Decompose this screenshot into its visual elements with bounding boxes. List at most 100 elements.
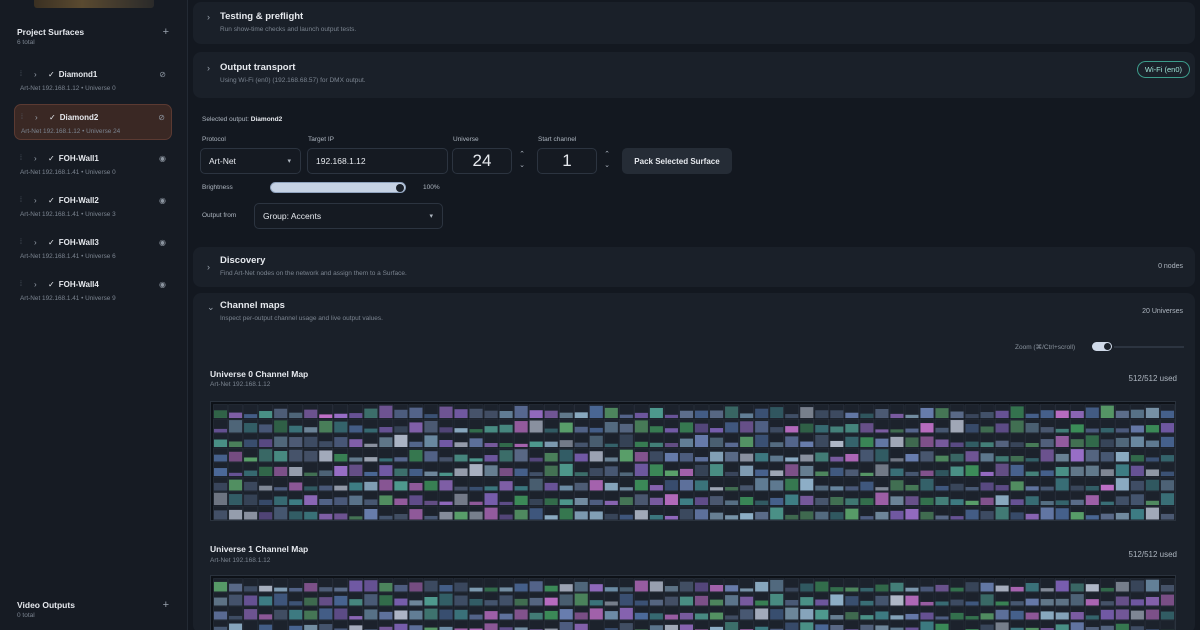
- eye-icon[interactable]: ◉: [159, 196, 166, 205]
- checkmark-icon[interactable]: ✓: [48, 280, 55, 289]
- channel-level-bar: [349, 616, 363, 620]
- preview-thumbnail[interactable]: [34, 0, 154, 8]
- discovery-panel[interactable]: › Discovery Find Art-Net nodes on the ne…: [193, 247, 1195, 287]
- brightness-slider-handle[interactable]: [396, 184, 404, 192]
- checkmark-icon[interactable]: ✓: [49, 113, 56, 122]
- channel-level-bar: [334, 485, 348, 491]
- channel-level-bar: [1130, 409, 1144, 418]
- channel-level-bar: [1145, 425, 1159, 433]
- start-channel-stepper[interactable]: ⌃ ⌄: [602, 149, 612, 171]
- output-from-select[interactable]: Group: Accents ▾: [254, 203, 443, 229]
- start-channel-input[interactable]: 1: [537, 148, 597, 174]
- eye-icon[interactable]: ◉: [159, 238, 166, 247]
- channel-level-bar: [950, 466, 964, 476]
- universe-input[interactable]: 24: [452, 148, 512, 174]
- universe-0-channel-grid[interactable]: [210, 401, 1176, 521]
- channel-level-bar: [289, 601, 303, 606]
- channel-level-bar: [815, 599, 829, 606]
- checkmark-icon[interactable]: ✓: [48, 238, 55, 247]
- pack-selected-surface-button[interactable]: Pack Selected Surface: [622, 148, 732, 174]
- output-transport-panel[interactable]: › Output transport Using Wi-Fi (en0) (19…: [193, 52, 1195, 98]
- eye-icon[interactable]: ◉: [159, 154, 166, 163]
- channel-level-bar: [679, 498, 693, 505]
- channel-level-bar: [409, 482, 423, 491]
- channel-level-bar: [664, 470, 678, 476]
- chevron-right-icon[interactable]: ›: [34, 196, 40, 205]
- eye-off-icon[interactable]: ⊘: [158, 113, 165, 122]
- chevron-right-icon[interactable]: ›: [35, 113, 41, 122]
- chevron-right-icon[interactable]: ›: [207, 12, 220, 33]
- eye-icon[interactable]: ◉: [159, 280, 166, 289]
- channel-level-bar: [815, 624, 829, 630]
- channel-level-bar: [229, 623, 243, 630]
- channel-level-bar: [439, 585, 453, 592]
- channel-maps-panel: ⌄ Channel maps Inspect per-output channe…: [193, 293, 1195, 630]
- channel-level-bar: [725, 442, 739, 447]
- drag-handle-icon[interactable]: ⁞: [20, 239, 25, 246]
- chevron-right-icon[interactable]: ›: [207, 262, 220, 277]
- chevron-right-icon[interactable]: ›: [34, 154, 40, 163]
- surface-item[interactable]: ⁞ › ✓ FOH-Wall4 ◉ Art-Net 192.168.1.41 • Univ…: [14, 272, 172, 308]
- testing-panel[interactable]: › Testing & preflight Run show-time chec…: [193, 2, 1195, 44]
- checkmark-icon[interactable]: ✓: [48, 70, 55, 79]
- surface-item[interactable]: ⁞ › ✓ Diamond1 ⊘ Art-Net 192.168.1.12 • Unive…: [14, 62, 172, 98]
- chevron-down-icon[interactable]: ⌄: [207, 302, 220, 322]
- universe-1-channel-grid[interactable]: [210, 575, 1176, 630]
- checkmark-icon[interactable]: ✓: [48, 154, 55, 163]
- target-ip-input[interactable]: 192.168.1.12: [307, 148, 448, 174]
- checkmark-icon[interactable]: ✓: [48, 196, 55, 205]
- surface-item[interactable]: ⁞ › ✓ FOH-Wall1 ◉ Art-Net 192.168.1.41 • Univ…: [14, 146, 172, 182]
- surface-item[interactable]: ⁞ › ✓ FOH-Wall2 ◉ Art-Net 192.168.1.41 • Univ…: [14, 188, 172, 224]
- channel-level-bar: [559, 594, 573, 606]
- channel-level-bar: [830, 496, 844, 505]
- channel-level-bar: [1025, 422, 1039, 433]
- channel-level-bar: [589, 451, 603, 462]
- channel-level-bar: [559, 622, 573, 630]
- channel-level-bar: [875, 584, 889, 592]
- add-video-output-plus-icon[interactable]: +: [163, 600, 169, 611]
- zoom-slider-track[interactable]: [1114, 346, 1184, 348]
- channel-level-bar: [965, 487, 979, 491]
- channel-level-bar: [214, 492, 228, 505]
- channel-level-bar: [529, 410, 543, 418]
- chevron-right-icon[interactable]: ›: [34, 70, 40, 79]
- network-interface-badge[interactable]: Wi-Fi (en0): [1136, 61, 1190, 78]
- channel-level-bar: [935, 408, 949, 418]
- channel-level-bar: [439, 609, 453, 620]
- drag-handle-icon[interactable]: ⁞: [20, 71, 25, 78]
- channel-level-bar: [364, 443, 378, 447]
- drag-handle-icon[interactable]: ⁞: [20, 155, 25, 162]
- surface-item[interactable]: ⁞ › ✓ Diamond2 ⊘ Art-Net 192.168.1.12 • Unive…: [14, 104, 172, 140]
- chevron-right-icon[interactable]: ›: [207, 63, 220, 84]
- channel-level-bar: [334, 587, 348, 592]
- brightness-slider[interactable]: [270, 182, 406, 193]
- chevron-right-icon[interactable]: ›: [34, 280, 40, 289]
- drag-handle-icon[interactable]: ⁞: [20, 197, 25, 204]
- add-surface-plus-icon[interactable]: +: [163, 27, 169, 38]
- channel-level-bar: [980, 582, 994, 592]
- channel-level-bar: [845, 412, 859, 418]
- universe-stepper[interactable]: ⌃ ⌄: [517, 149, 527, 171]
- channel-level-bar: [634, 463, 648, 476]
- channel-level-bar: [364, 594, 378, 606]
- channel-level-bar: [664, 428, 678, 433]
- drag-handle-icon[interactable]: ⁞: [21, 114, 26, 121]
- channel-level-bar: [860, 413, 874, 418]
- channel-level-bar: [1145, 407, 1159, 418]
- channel-level-bar: [244, 457, 258, 462]
- channel-level-bar: [424, 515, 438, 520]
- channel-level-bar: [890, 429, 904, 433]
- channel-level-bar: [1130, 480, 1144, 491]
- protocol-select[interactable]: Art-Net ▾: [200, 148, 301, 174]
- channel-level-bar: [845, 587, 859, 592]
- channel-level-bar: [394, 623, 408, 630]
- eye-off-icon[interactable]: ⊘: [159, 70, 166, 79]
- surface-item[interactable]: ⁞ › ✓ FOH-Wall3 ◉ Art-Net 192.168.1.41 • Univ…: [14, 230, 172, 266]
- channel-level-bar: [289, 499, 303, 505]
- zoom-slider-handle[interactable]: [1092, 342, 1112, 351]
- testing-title: Testing & preflight: [220, 11, 304, 22]
- channel-level-bar: [574, 442, 588, 447]
- channel-level-bar: [334, 513, 348, 520]
- chevron-right-icon[interactable]: ›: [34, 238, 40, 247]
- drag-handle-icon[interactable]: ⁞: [20, 281, 25, 288]
